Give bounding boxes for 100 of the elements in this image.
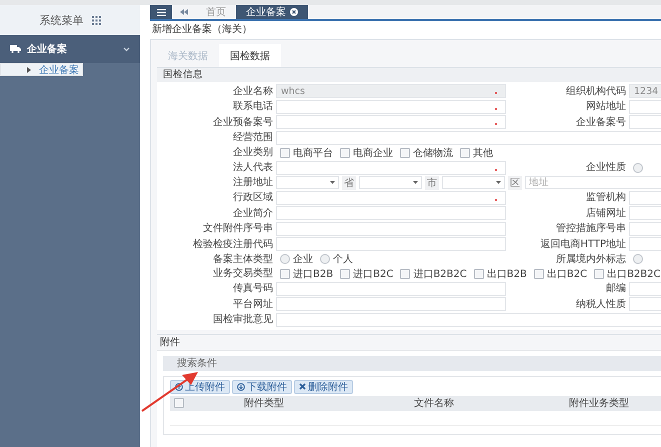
input-field[interactable] (629, 100, 661, 114)
checkbox[interactable] (594, 268, 604, 278)
checkbox[interactable] (340, 268, 350, 278)
field-label: 企业备案号 (575, 116, 626, 128)
checkbox[interactable] (400, 268, 410, 278)
checkbox-label: 出口B2B2C (607, 268, 660, 280)
unit-label: 省 (342, 176, 356, 190)
checkbox[interactable] (474, 268, 484, 278)
field-label: 文件附件序号串 (202, 222, 273, 235)
address-field[interactable]: 地址 (525, 176, 661, 189)
radio-button[interactable] (633, 254, 643, 264)
section-title: 附件 (160, 336, 180, 348)
input-field[interactable] (276, 222, 506, 236)
caret-icon (413, 181, 418, 184)
field-label: 管控措施序号串 (555, 222, 626, 235)
field-label: 企业名称 (232, 84, 273, 98)
checkbox[interactable] (400, 148, 410, 158)
field-label: 注册地址 (232, 176, 273, 189)
checkbox[interactable] (280, 268, 290, 278)
page-title: 新增企业备案（海关） (151, 22, 253, 37)
input-field[interactable] (276, 190, 506, 204)
radio-button[interactable] (320, 254, 330, 264)
field-label: 业务交易类型 (212, 267, 273, 280)
caret-icon (496, 181, 501, 184)
field-label: 监管机构 (585, 191, 626, 204)
close-icon[interactable] (290, 8, 298, 16)
field-label: 企业简介 (232, 206, 273, 220)
field-label: 备案主体类型 (212, 252, 273, 266)
checkbox[interactable] (534, 268, 544, 278)
checkbox[interactable] (340, 148, 350, 158)
input-field[interactable] (629, 282, 661, 296)
checkbox-label: 其他 (473, 146, 493, 160)
field-label: 联系电话 (232, 100, 273, 113)
sidebar-title: 系统菜单 (40, 12, 84, 28)
field-label: 法人代表 (232, 161, 273, 174)
input-field[interactable] (629, 190, 661, 204)
dropdown[interactable] (442, 176, 505, 189)
checkbox-label: 仓储物流 (413, 146, 453, 160)
data-tab[interactable]: 国检数据 (219, 44, 281, 67)
checkbox[interactable] (280, 148, 290, 158)
checkbox-label: 进口B2C (353, 268, 394, 280)
section-title: 国检信息 (163, 69, 203, 80)
input-field[interactable] (276, 100, 506, 114)
field-label: 经营范围 (232, 131, 273, 144)
field-label: 网站地址 (585, 100, 626, 113)
download-icon (237, 382, 245, 390)
unit-label: 市 (425, 176, 439, 190)
grid-icon[interactable] (92, 16, 100, 24)
input-field[interactable] (629, 222, 661, 236)
input-field[interactable] (629, 115, 661, 129)
input-field[interactable] (276, 237, 506, 251)
input-field[interactable] (276, 160, 506, 174)
menu-button[interactable] (150, 5, 172, 19)
field-label: 返回电商HTTP地址 (539, 238, 626, 250)
field-label: 平台网址 (232, 298, 273, 310)
input-field[interactable] (276, 297, 506, 311)
checkbox[interactable] (460, 148, 470, 158)
field-label: 纳税人性质 (575, 298, 626, 310)
menu-icon (156, 8, 166, 16)
page-tab[interactable]: 企业备案 (236, 5, 308, 19)
dropdown[interactable] (359, 176, 422, 189)
search-title: 搜索条件 (177, 358, 217, 368)
field-label: 行政区域 (232, 191, 273, 204)
field-label: 店铺网址 (585, 206, 626, 220)
field-label: 国检审批意见 (212, 313, 273, 326)
caret-icon (330, 181, 335, 184)
field-label: 所属境内外标志 (555, 252, 626, 266)
input-field[interactable] (276, 206, 506, 220)
input-field[interactable] (276, 130, 661, 144)
menu-group[interactable]: 企业备案 (0, 35, 140, 63)
radio-label: 个人 (333, 253, 353, 266)
delete-icon (299, 383, 306, 390)
checkbox[interactable] (174, 398, 184, 408)
dropdown[interactable] (276, 176, 339, 189)
radio-button[interactable] (280, 254, 290, 264)
attachment-button[interactable]: 删除附件 (294, 380, 353, 394)
checkbox-label: 电商企业 (353, 146, 393, 160)
attachment-button[interactable]: 下载附件 (232, 380, 292, 394)
column-header[interactable]: 文件名称 (334, 396, 534, 410)
menu-item[interactable]: 企业备案 (0, 63, 83, 76)
checkbox-label: 进口B2B (293, 268, 334, 280)
field-label: 邮编 (605, 282, 626, 295)
input-field[interactable] (629, 237, 661, 251)
input-field[interactable] (629, 206, 661, 220)
field-label: 传真号码 (232, 282, 273, 295)
double-left-icon (180, 9, 188, 15)
input-field[interactable] (276, 282, 506, 296)
column-header[interactable]: 附件业务类型 (534, 396, 661, 410)
input-field[interactable] (276, 312, 661, 326)
field-label: 组织机构代码 (565, 84, 626, 98)
checkbox-label: 出口B2C (546, 268, 588, 280)
triangle-icon (27, 66, 31, 72)
field-label: 企业预备案号 (212, 116, 273, 128)
checkbox-label: 出口B2B (486, 268, 527, 280)
checkbox-label: 进口B2B2C (413, 268, 467, 280)
input-field[interactable] (276, 115, 506, 129)
input-field[interactable] (629, 297, 661, 311)
field-label: 企业性质 (585, 161, 626, 174)
radio-button[interactable] (633, 162, 643, 172)
column-header[interactable]: 附件类型 (194, 396, 334, 410)
